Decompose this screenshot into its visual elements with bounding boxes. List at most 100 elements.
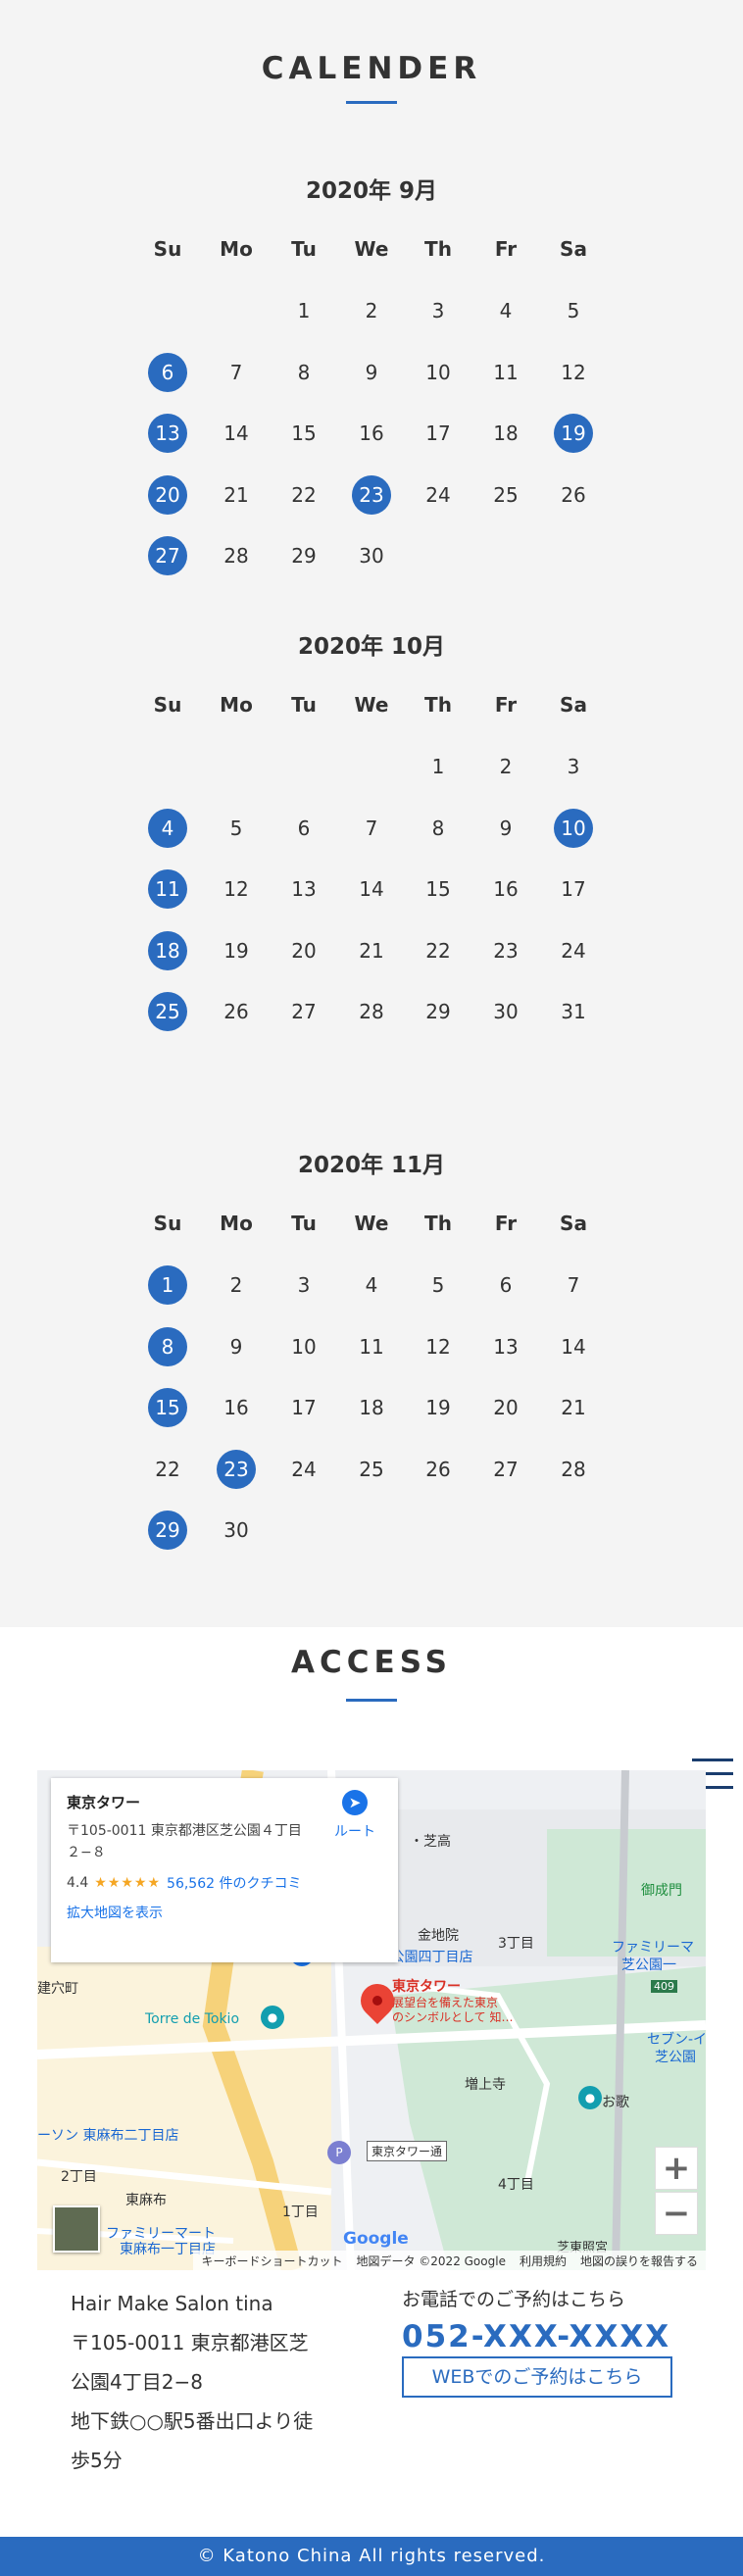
calendar-day: 14 (561, 1334, 586, 1359)
salon-access-line2: 歩5分 (71, 2449, 123, 2472)
zoom-out-button[interactable]: − (655, 2192, 698, 2235)
calendar-day: 22 (155, 1457, 180, 1481)
map-label-seven[interactable]: セブン-イ (647, 2029, 706, 2049)
weekday-label: Tu (291, 237, 317, 261)
map-label-tokyo-tower[interactable]: 東京タワー (392, 1976, 461, 1996)
map-label-lawson-azabu[interactable]: ーソン 東麻布二丁目店 (37, 2125, 178, 2145)
access-title-rule (346, 1699, 397, 1702)
salon-info: Hair Make Salon tina 〒105-0011 東京都港区芝 公園… (71, 2284, 365, 2480)
map-label-seven2: 芝公園 (655, 2050, 696, 2065)
calendar-day: 16 (359, 421, 384, 445)
calendar-day: 14 (359, 877, 384, 901)
weekday-label: Fr (494, 237, 518, 261)
calendar-day-closed: 1 (148, 1265, 187, 1305)
calendar-day: 20 (291, 938, 317, 963)
report-error-link[interactable]: 地図の誤りを報告する (580, 2253, 698, 2269)
weekday-header-row: Su Mo Tu We Th Fr Sa (0, 693, 743, 717)
calendar-day-closed: 13 (148, 414, 187, 453)
parking-icon[interactable]: P (327, 2141, 351, 2164)
weekday-label: Mo (220, 237, 253, 261)
map-label-tower-desc2: のシンボルとして 知… (392, 2010, 514, 2024)
weekday-label: Th (424, 237, 452, 261)
weekday-label: Fr (494, 693, 518, 717)
calendar-day: 13 (291, 877, 317, 901)
map-label-familymart-shiba[interactable]: ファミリーマ (612, 1937, 694, 1957)
calendar-day: 3 (431, 299, 445, 322)
calendar-day: 14 (223, 421, 249, 445)
calendar-day: 27 (291, 1000, 317, 1023)
weekday-label: Th (424, 1212, 452, 1235)
weekday-label: Mo (220, 693, 253, 717)
calendar-day: 29 (291, 544, 317, 568)
calendar-day-closed: 8 (148, 1326, 187, 1366)
calendar-day: 12 (425, 1334, 451, 1359)
calendar-day: 7 (365, 816, 378, 840)
web-reservation-button[interactable]: WEBでのご予約はこちら (402, 2356, 672, 2398)
map-place-rating: 4.4 ★★★★★ 56,562 件のクチコミ (67, 1873, 382, 1893)
calendar-day: 2 (365, 299, 378, 322)
calendar-day: 21 (223, 482, 249, 507)
route-409-shield: 409 (651, 1980, 677, 1993)
rating-stars-icon: ★★★★★ (94, 1875, 162, 1891)
calendar-day: 3 (297, 1273, 311, 1297)
enlarge-map-link[interactable]: 拡大地図を表示 (67, 1903, 382, 1922)
weekday-label: Th (424, 693, 452, 717)
calendar-day: 12 (561, 360, 586, 384)
keyboard-shortcuts-link[interactable]: キーボードショートカット (201, 2253, 342, 2269)
calendar-day: 29 (425, 1000, 451, 1023)
weekday-header-row: Su Mo Tu We Th Fr Sa (0, 1212, 743, 1235)
access-title: ACCESS (291, 1645, 452, 1680)
weekday-label: We (354, 693, 389, 717)
reviews-link[interactable]: 56,562 件のクチコミ (167, 1873, 301, 1893)
calendar-day: 30 (223, 1518, 249, 1542)
torre-pin-icon[interactable]: ● (261, 2006, 284, 2029)
map-label-torre[interactable]: Torre de Tokio (145, 2011, 239, 2027)
map-label-4chome: 4丁目 (498, 2177, 534, 2193)
calendar-day: 25 (359, 1457, 384, 1481)
calendar-day: 30 (493, 1000, 519, 1023)
calendar-day: 12 (223, 877, 249, 901)
calendar-day: 31 (561, 1000, 586, 1023)
calendar-day: 19 (223, 938, 249, 963)
satellite-toggle-button[interactable] (53, 2205, 100, 2253)
google-map[interactable]: 東京タワー 展望台を備えた東京 のシンボルとして 知… 🛒 ローソン 芝公園四丁… (37, 1770, 706, 2270)
calendar-day: 24 (291, 1457, 317, 1481)
tel-number-link[interactable]: 052-XXX-XXXX (402, 2319, 716, 2354)
calendar-day: 4 (499, 299, 513, 322)
calendar-day: 19 (425, 1396, 451, 1419)
google-logo: Google (343, 2229, 409, 2249)
month-title: 2020年 10月 (297, 634, 446, 660)
map-label-3chome: 3丁目 (498, 1936, 534, 1952)
salon-access-line1: 地下鉄○○駅5番出口より徒 (71, 2409, 314, 2433)
calendar-day: 3 (567, 755, 580, 778)
site-footer: © Katono China All rights reserved. (0, 2537, 743, 2576)
terms-link[interactable]: 利用規約 (520, 2253, 567, 2269)
route-button[interactable]: ➤ ルート (325, 1790, 384, 1841)
calendar-day: 2 (229, 1273, 243, 1297)
park-pin-icon[interactable]: ● (578, 2086, 602, 2109)
calendar-day-closed: 27 (148, 536, 187, 575)
weekday-label: Sa (560, 693, 587, 717)
map-label-konchiin: 金地院 (418, 1928, 459, 1944)
calendar-day-closed: 19 (554, 414, 593, 453)
calendar-day: 28 (223, 544, 249, 568)
reservation-info: お電話でのご予約はこちら 052-XXX-XXXX WEBでのご予約はこちら (402, 2284, 716, 2398)
rating-value: 4.4 (67, 1875, 89, 1891)
zoom-in-button[interactable]: + (655, 2147, 698, 2190)
calendar-day: 15 (291, 421, 317, 445)
map-label-higashiazabu: 東麻布 (125, 2193, 167, 2208)
map-label-onarimon: 御成門 (641, 1883, 682, 1899)
tel-label: お電話でのご予約はこちら (402, 2289, 626, 2310)
calendar-day-closed: 4 (148, 808, 187, 848)
calendar-day-closed: 23 (352, 474, 391, 515)
calendar-day: 11 (493, 360, 519, 384)
calendar-day: 5 (431, 1273, 445, 1297)
calendar-day: 23 (493, 938, 519, 963)
weekday-label: Tu (291, 693, 317, 717)
calendar-day: 24 (425, 482, 451, 507)
weekday-header-row: Su Mo Tu We Th Fr Sa (0, 237, 743, 261)
calendar-day: 7 (229, 360, 243, 384)
calendar-day: 22 (291, 482, 317, 507)
weekday-label: Su (153, 693, 182, 717)
map-label-anamachi: 建穴町 (37, 1981, 78, 1997)
